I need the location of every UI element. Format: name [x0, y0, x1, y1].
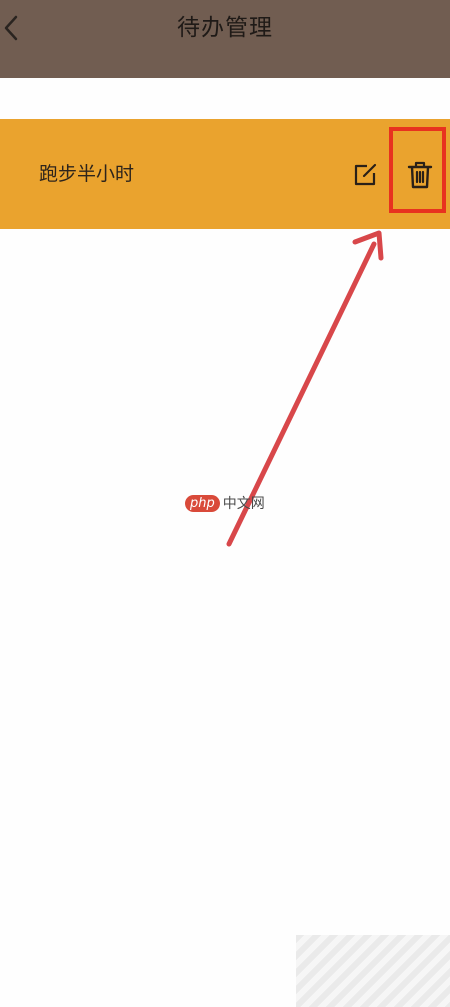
- blurred-region: [296, 935, 450, 1007]
- edit-icon: [354, 163, 377, 186]
- todo-item[interactable]: 跑步半小时: [0, 119, 450, 229]
- todo-management-screen: 待办管理 跑步半小时 php 中文网: [0, 0, 450, 1007]
- page-title: 待办管理: [177, 15, 273, 41]
- app-header: 待办管理: [0, 0, 450, 78]
- watermark-text: 中文网: [222, 496, 265, 512]
- trash-icon: [407, 161, 433, 189]
- watermark: php 中文网: [185, 492, 265, 514]
- todo-item-label: 跑步半小时: [39, 163, 135, 185]
- delete-button[interactable]: [404, 158, 436, 192]
- edit-button[interactable]: [350, 160, 380, 190]
- watermark-logo: php: [185, 494, 220, 512]
